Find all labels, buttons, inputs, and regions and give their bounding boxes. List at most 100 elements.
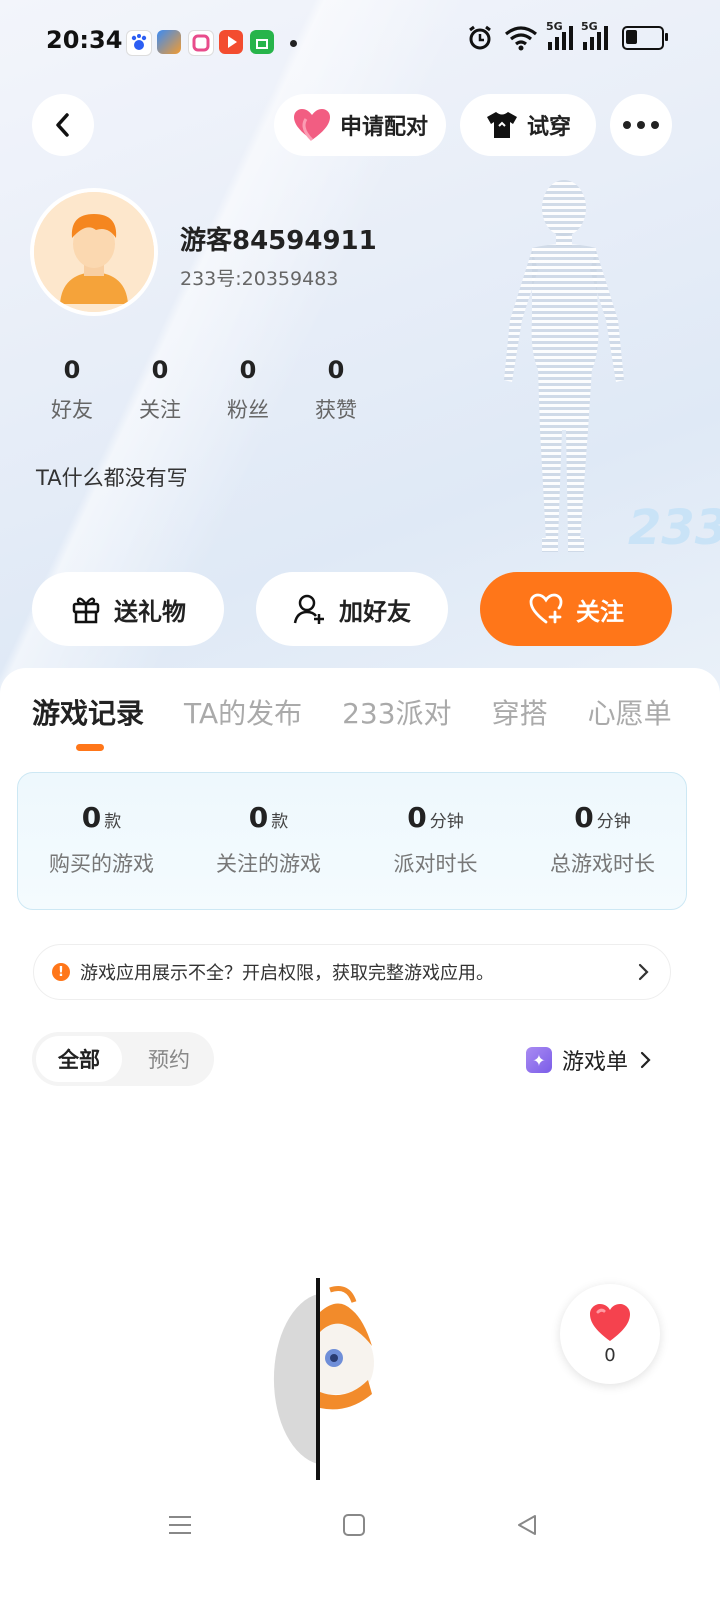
try-on-label: 试穿: [526, 115, 571, 140]
more-dot-icon: [623, 121, 631, 129]
filter-all[interactable]: 全部: [36, 1036, 122, 1082]
try-on-button[interactable]: 试穿: [460, 94, 596, 156]
add-friend-label: 加好友: [339, 597, 411, 626]
home-square-icon: [343, 1514, 365, 1536]
profile-page: 20:34 5G 5G 申请配对 试穿 游客84594911 233号:2035…: [0, 0, 720, 1604]
user-id[interactable]: 233号:20359483: [180, 264, 338, 291]
stat-value: 0: [327, 356, 345, 384]
summary-label: 购买的游戏: [49, 852, 154, 876]
empty-state-illustration: [273, 1278, 374, 1480]
summary-unit: 款: [271, 812, 289, 832]
stat-fans[interactable]: 0 粉丝: [204, 356, 292, 424]
brand-233-badge: 233: [628, 500, 720, 556]
system-navigation-bar: [0, 1500, 720, 1550]
bio-text: TA什么都没有写: [36, 466, 188, 490]
avatar-figure[interactable]: [480, 170, 650, 570]
tab-label: TA的发布: [184, 697, 303, 730]
tab-wishlist[interactable]: 心愿单: [588, 692, 672, 732]
tshirt-icon: [486, 112, 517, 138]
follow-label: 关注: [576, 597, 624, 626]
network-type-label-2: 5G: [581, 20, 598, 33]
warning-icon: !: [52, 963, 70, 981]
tab-game-records[interactable]: 游戏记录: [32, 692, 144, 751]
summary-value: 0: [574, 801, 594, 834]
active-tab-indicator: [76, 744, 104, 751]
follow-button[interactable]: 关注: [480, 572, 672, 646]
summary-label: 派对时长: [393, 852, 478, 876]
game-filter-toggle: 全部 预约: [32, 1032, 214, 1086]
game-app-icon: [188, 30, 214, 56]
content-panel: 游戏记录 TA的发布 233派对 穿搭 心愿单 0 款购买的游戏 0 款关注的游戏 …: [0, 668, 720, 1604]
filter-reserved[interactable]: 预约: [126, 1036, 212, 1082]
username: 游客84594911: [180, 226, 377, 256]
tab-label: 穿搭: [491, 697, 548, 730]
nav-menu-button[interactable]: [155, 1500, 205, 1550]
summary-total-play-time[interactable]: 0 分钟总游戏时长: [519, 773, 686, 909]
heart-plus-icon: [529, 593, 563, 624]
shopping-app-icon: [250, 30, 274, 54]
stat-following[interactable]: 0 关注: [116, 356, 204, 424]
tab-posts[interactable]: TA的发布: [184, 692, 302, 732]
back-triangle-icon: [518, 1515, 536, 1535]
chevron-left-icon: [56, 113, 69, 137]
add-friend-button[interactable]: 加好友: [256, 572, 448, 646]
sparkle-icon: ✦: [526, 1047, 552, 1073]
heart-icon: [293, 109, 330, 142]
stat-label: 好友: [51, 398, 93, 422]
game-list-label: 游戏单: [562, 1050, 629, 1075]
back-button[interactable]: [32, 94, 94, 156]
profile-stats: 0 好友 0 关注 0 粉丝 0 获赞: [28, 356, 380, 424]
more-notifications-dot: [290, 40, 297, 47]
gift-icon: [72, 597, 100, 624]
alarm-icon: [469, 25, 491, 50]
summary-unit: 款: [104, 812, 122, 832]
summary-followed-games[interactable]: 0 款关注的游戏: [185, 773, 352, 909]
browser-app-icon: [157, 30, 181, 54]
tab-233-party[interactable]: 233派对: [342, 692, 451, 732]
stat-label: 关注: [139, 398, 181, 422]
profile-tabs: 游戏记录 TA的发布 233派对 穿搭 心愿单: [32, 692, 712, 751]
like-count: 0: [604, 1344, 616, 1366]
tab-outfits[interactable]: 穿搭: [492, 692, 548, 732]
summary-value: 0: [407, 801, 427, 834]
avatar[interactable]: [30, 188, 158, 316]
summary-label: 总游戏时长: [550, 852, 655, 876]
summary-unit: 分钟: [596, 812, 631, 832]
tab-label: 233派对: [342, 697, 452, 730]
nav-home-button[interactable]: [329, 1500, 379, 1550]
stat-likes[interactable]: 0 获赞: [292, 356, 380, 424]
add-user-icon: [293, 594, 324, 624]
default-avatar-icon: [34, 192, 154, 312]
pair-request-label: 申请配对: [339, 115, 428, 140]
summary-unit: 分钟: [429, 812, 464, 832]
clock: 20:34: [46, 26, 123, 54]
summary-value: 0: [81, 801, 102, 834]
stat-friends[interactable]: 0 好友: [28, 356, 116, 424]
notice-text: 游戏应用展示不全？开启权限，获取完整游戏应用。: [80, 963, 494, 984]
network-type-label: 5G: [546, 20, 563, 33]
status-icons: 5G 5G: [466, 20, 668, 52]
nav-back-button[interactable]: [502, 1500, 552, 1550]
send-gift-button[interactable]: 送礼物: [32, 572, 224, 646]
stat-value: 0: [63, 356, 81, 384]
heart-icon: [590, 1303, 630, 1341]
send-gift-label: 送礼物: [114, 597, 186, 626]
summary-party-time[interactable]: 0 分钟派对时长: [352, 773, 519, 909]
more-options-button[interactable]: [610, 94, 672, 156]
chevron-right-icon: [640, 1051, 651, 1069]
summary-label: 关注的游戏: [216, 852, 321, 876]
permission-notice[interactable]: ! 游戏应用展示不全？开启权限，获取完整游戏应用。: [33, 944, 671, 1000]
menu-icon: [169, 1516, 191, 1534]
stat-label: 获赞: [315, 398, 357, 422]
tab-label: 心愿单: [587, 697, 672, 730]
signal-5g-icon-2: 5G: [581, 20, 608, 50]
pair-request-button[interactable]: 申请配对: [274, 94, 446, 156]
game-summary-card: 0 款购买的游戏 0 款关注的游戏 0 分钟 派对时长 0 分钟 总游戏时长: [17, 772, 687, 910]
stat-label: 粉丝: [227, 398, 269, 422]
game-list-link[interactable]: ✦ 游戏单: [526, 1044, 652, 1076]
more-dot-icon: [651, 121, 659, 129]
baidu-app-icon: [126, 30, 152, 56]
stat-value: 0: [239, 356, 257, 384]
summary-purchased-games[interactable]: 0 款购买的游戏: [18, 773, 185, 909]
like-button[interactable]: 0: [560, 1284, 660, 1384]
